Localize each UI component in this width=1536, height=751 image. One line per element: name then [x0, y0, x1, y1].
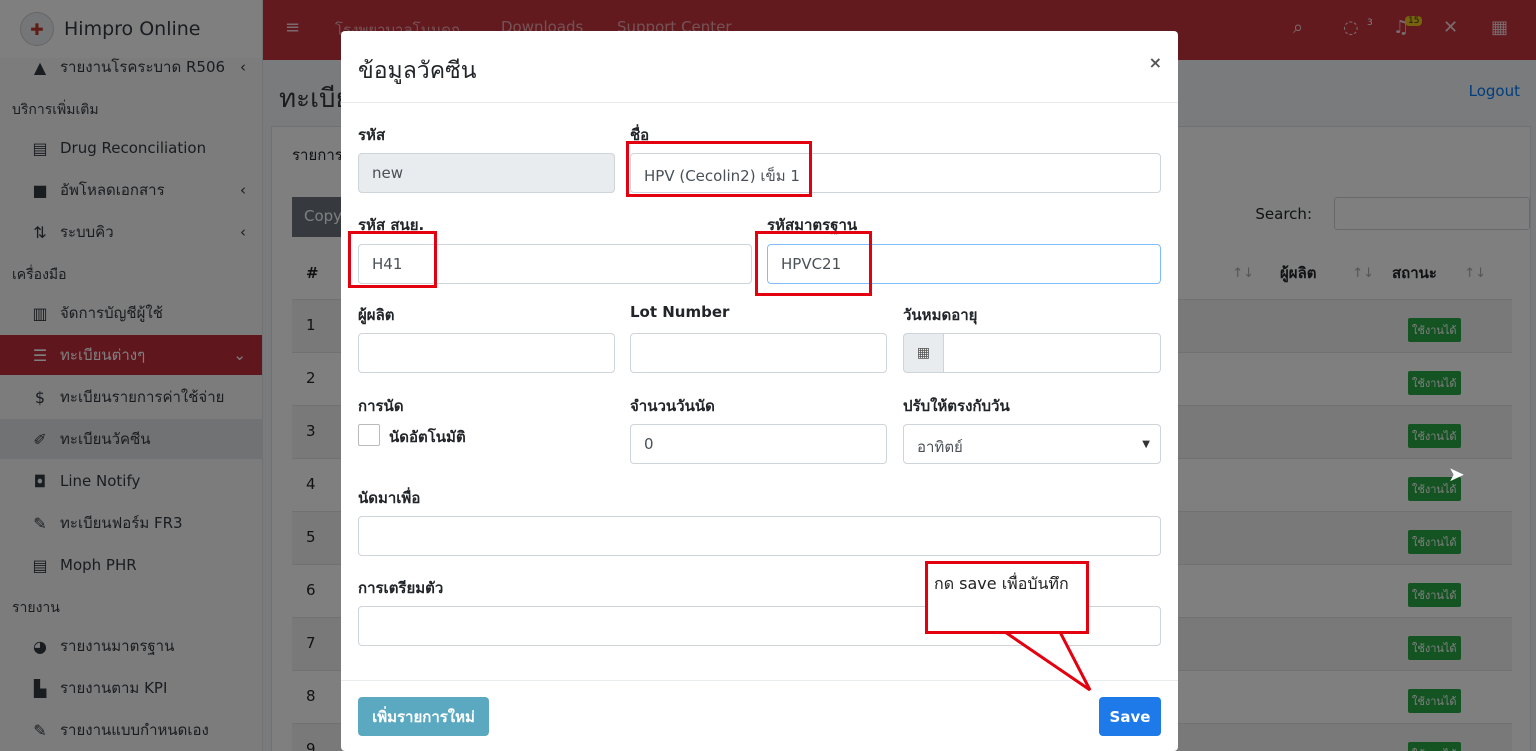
callout-box: กด save เพื่อบันทึก — [925, 561, 1089, 634]
callout-pointer — [1004, 630, 1092, 692]
callout-text: กด save เพื่อบันทึก — [934, 574, 1069, 593]
mouse-cursor-icon: ➤ — [1448, 462, 1465, 486]
